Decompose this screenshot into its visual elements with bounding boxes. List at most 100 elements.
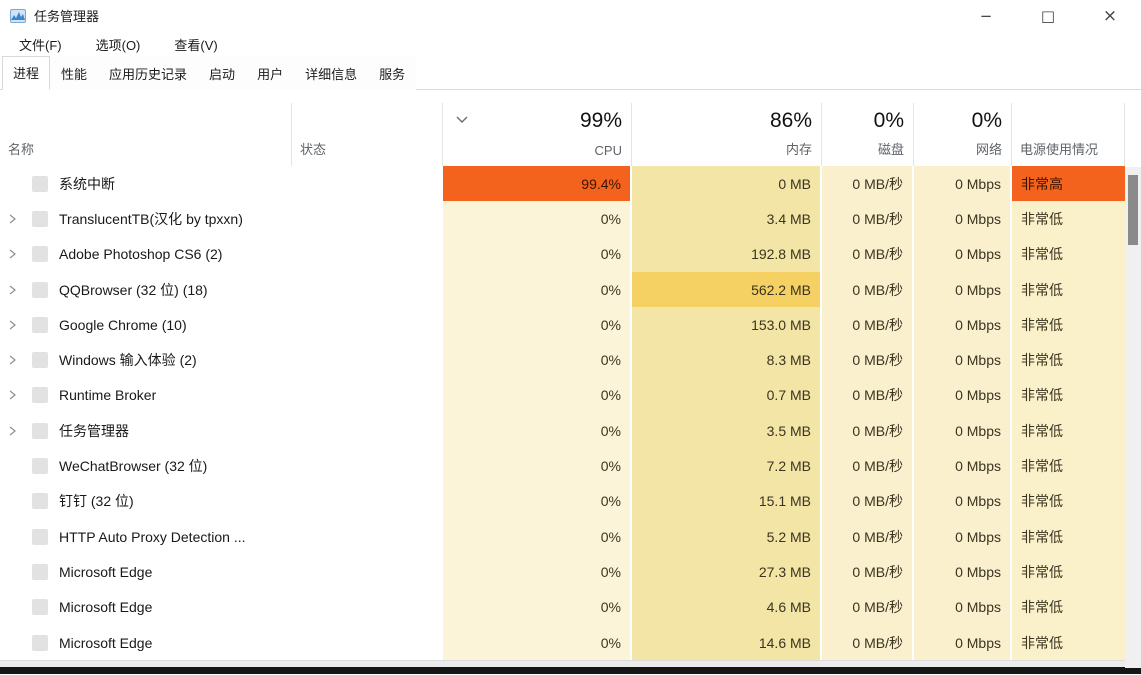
expand-chevron-icon[interactable] xyxy=(8,389,23,401)
network-cell: 0 Mbps xyxy=(914,484,1012,519)
process-icon xyxy=(32,211,48,227)
cpu-cell: 99.4% xyxy=(443,166,632,201)
expand-chevron-icon[interactable] xyxy=(8,284,23,296)
background-taskbar xyxy=(0,667,1141,674)
menu-file[interactable]: 文件(F) xyxy=(9,32,72,57)
cpu-cell: 0% xyxy=(443,625,632,660)
table-row[interactable]: QQBrowser (32 位) (18) 0% 562.2 MB 0 MB/秒… xyxy=(0,272,1125,307)
power-cell: 非常低 xyxy=(1012,237,1125,272)
memory-cell: 14.6 MB xyxy=(632,625,822,660)
power-cell: 非常低 xyxy=(1012,590,1125,625)
process-name: Microsoft Edge xyxy=(59,599,152,615)
table-row[interactable]: Microsoft Edge 0% 27.3 MB 0 MB/秒 0 Mbps … xyxy=(0,554,1125,589)
network-cell: 0 Mbps xyxy=(914,519,1012,554)
vertical-scrollbar[interactable] xyxy=(1125,167,1141,668)
table-row[interactable]: 任务管理器 0% 3.5 MB 0 MB/秒 0 Mbps 非常低 xyxy=(0,413,1125,448)
column-header-status[interactable]: 状态 xyxy=(292,103,443,166)
tab-app-history[interactable]: 应用历史记录 xyxy=(98,57,198,90)
menu-options[interactable]: 选项(O) xyxy=(86,32,151,57)
cpu-cell: 0% xyxy=(443,378,632,413)
maximize-button[interactable]: □ xyxy=(1017,0,1079,31)
status-cell xyxy=(292,484,443,519)
table-row[interactable]: TranslucentTB(汉化 by tpxxn) 0% 3.4 MB 0 M… xyxy=(0,201,1125,236)
process-name: Microsoft Edge xyxy=(59,564,152,580)
cpu-cell: 0% xyxy=(443,307,632,342)
scrollbar-thumb[interactable] xyxy=(1128,175,1138,245)
table-row[interactable]: Microsoft Edge 0% 14.6 MB 0 MB/秒 0 Mbps … xyxy=(0,625,1125,660)
disk-cell: 0 MB/秒 xyxy=(822,307,914,342)
expand-chevron-icon[interactable] xyxy=(8,319,23,331)
name-cell: HTTP Auto Proxy Detection ... xyxy=(0,519,292,554)
column-header-power[interactable]: 电源使用情况 xyxy=(1012,103,1125,166)
tab-bar: 进程 性能 应用历史记录 启动 用户 详细信息 服务 xyxy=(0,58,1141,90)
table-row[interactable]: 系统中断 99.4% 0 MB 0 MB/秒 0 Mbps 非常高 xyxy=(0,166,1125,201)
cpu-cell: 0% xyxy=(443,484,632,519)
table-row[interactable]: WeChatBrowser (32 位) 0% 7.2 MB 0 MB/秒 0 … xyxy=(0,448,1125,483)
network-total-percent: 0% xyxy=(972,109,1002,133)
table-row[interactable]: Adobe Photoshop CS6 (2) 0% 192.8 MB 0 MB… xyxy=(0,237,1125,272)
tab-processes[interactable]: 进程 xyxy=(2,56,50,90)
process-icon xyxy=(32,529,48,545)
status-cell xyxy=(292,590,443,625)
name-cell: QQBrowser (32 位) (18) xyxy=(0,272,292,307)
cpu-cell: 0% xyxy=(443,272,632,307)
name-cell: Windows 输入体验 (2) xyxy=(0,342,292,377)
status-cell xyxy=(292,519,443,554)
power-cell: 非常低 xyxy=(1012,307,1125,342)
process-name: HTTP Auto Proxy Detection ... xyxy=(59,529,245,545)
column-header-disk[interactable]: 0% 磁盘 xyxy=(822,103,914,166)
process-name: WeChatBrowser (32 位) xyxy=(59,456,207,476)
column-header-network[interactable]: 0% 网络 xyxy=(914,103,1012,166)
cpu-cell: 0% xyxy=(443,554,632,589)
chevron-down-icon xyxy=(455,112,469,121)
process-name: Microsoft Edge xyxy=(59,635,152,651)
process-icon xyxy=(32,635,48,651)
power-cell: 非常低 xyxy=(1012,625,1125,660)
column-header-memory[interactable]: 86% 内存 xyxy=(632,103,822,166)
tab-services[interactable]: 服务 xyxy=(368,57,416,90)
name-cell: 钉钉 (32 位) xyxy=(0,484,292,519)
disk-cell: 0 MB/秒 xyxy=(822,237,914,272)
process-icon xyxy=(32,282,48,298)
disk-cell: 0 MB/秒 xyxy=(822,448,914,483)
status-cell xyxy=(292,307,443,342)
expand-chevron-icon[interactable] xyxy=(8,248,23,260)
column-header-cpu[interactable]: 99% CPU xyxy=(443,103,632,166)
power-cell: 非常低 xyxy=(1012,519,1125,554)
disk-cell: 0 MB/秒 xyxy=(822,378,914,413)
cpu-total-percent: 99% xyxy=(580,109,622,133)
tab-performance[interactable]: 性能 xyxy=(50,57,98,90)
expand-chevron-icon[interactable] xyxy=(8,354,23,366)
memory-cell: 7.2 MB xyxy=(632,448,822,483)
menu-view[interactable]: 查看(V) xyxy=(164,32,227,57)
memory-cell: 0 MB xyxy=(632,166,822,201)
status-cell xyxy=(292,342,443,377)
minimize-button[interactable]: − xyxy=(955,0,1017,31)
tab-startup[interactable]: 启动 xyxy=(198,57,246,90)
disk-cell: 0 MB/秒 xyxy=(822,519,914,554)
process-name: TranslucentTB(汉化 by tpxxn) xyxy=(59,209,243,229)
table-row[interactable]: Google Chrome (10) 0% 153.0 MB 0 MB/秒 0 … xyxy=(0,307,1125,342)
tab-details[interactable]: 详细信息 xyxy=(294,57,368,90)
expand-chevron-icon[interactable] xyxy=(8,425,23,437)
status-cell xyxy=(292,201,443,236)
network-cell: 0 Mbps xyxy=(914,342,1012,377)
table-row[interactable]: Microsoft Edge 0% 4.6 MB 0 MB/秒 0 Mbps 非… xyxy=(0,590,1125,625)
window-controls: − □ × xyxy=(955,0,1141,31)
table-row[interactable]: Windows 输入体验 (2) 0% 8.3 MB 0 MB/秒 0 Mbps… xyxy=(0,342,1125,377)
cpu-cell: 0% xyxy=(443,590,632,625)
expand-chevron-icon[interactable] xyxy=(8,213,23,225)
tab-users[interactable]: 用户 xyxy=(246,57,294,90)
table-row[interactable]: Runtime Broker 0% 0.7 MB 0 MB/秒 0 Mbps 非… xyxy=(0,378,1125,413)
table-row[interactable]: HTTP Auto Proxy Detection ... 0% 5.2 MB … xyxy=(0,519,1125,554)
network-cell: 0 Mbps xyxy=(914,166,1012,201)
process-name: Windows 输入体验 (2) xyxy=(59,350,197,370)
table-row[interactable]: 钉钉 (32 位) 0% 15.1 MB 0 MB/秒 0 Mbps 非常低 xyxy=(0,484,1125,519)
disk-cell: 0 MB/秒 xyxy=(822,201,914,236)
network-cell: 0 Mbps xyxy=(914,378,1012,413)
memory-cell: 153.0 MB xyxy=(632,307,822,342)
memory-cell: 8.3 MB xyxy=(632,342,822,377)
process-icon xyxy=(32,564,48,580)
close-button[interactable]: × xyxy=(1079,0,1141,31)
column-header-name[interactable]: 名称 xyxy=(0,103,292,166)
